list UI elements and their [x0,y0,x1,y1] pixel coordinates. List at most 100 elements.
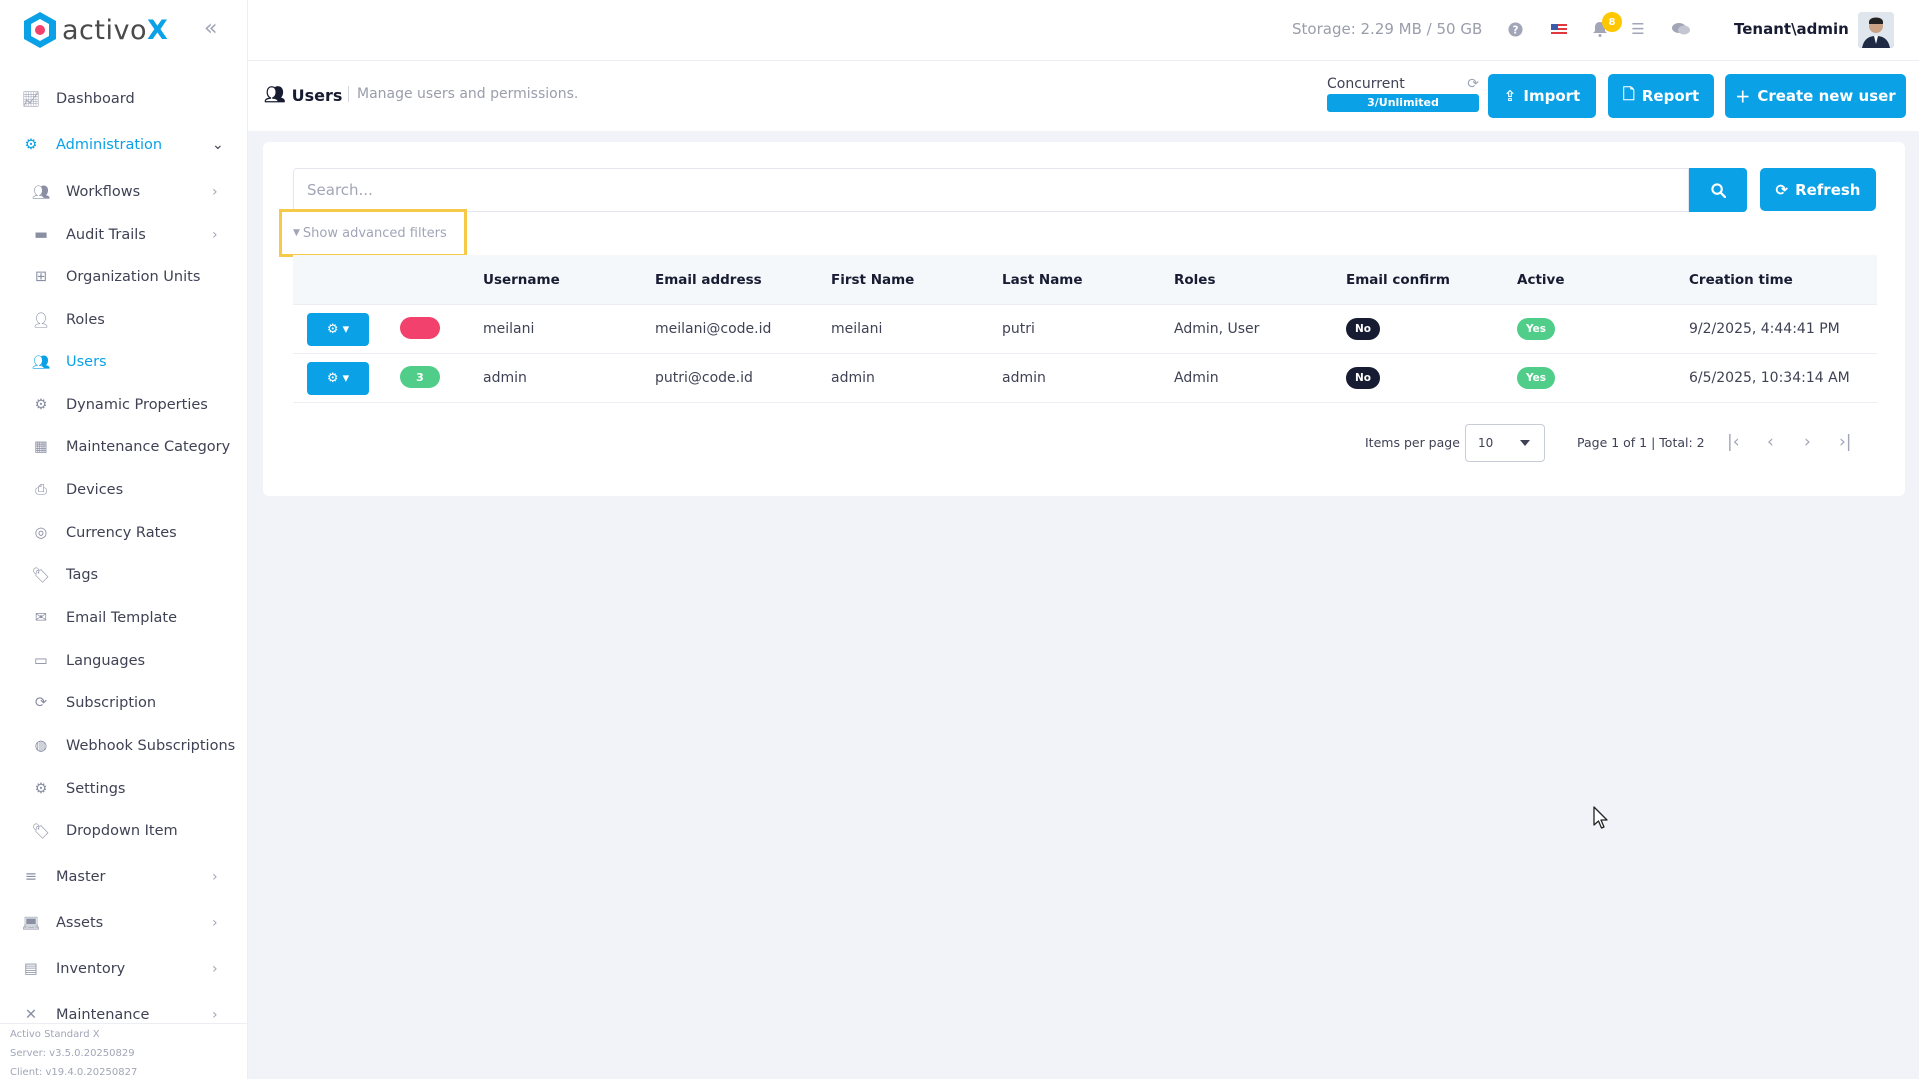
task-list-icon[interactable]: ☰ [1627,18,1649,40]
last-page-icon[interactable]: ›| [1839,432,1852,452]
printer-icon: ⎙ [35,482,47,498]
sidebar-item-master[interactable]: ≡ Master › [0,858,247,896]
column-header-roles[interactable]: Roles [1174,272,1216,288]
import-label: Import [1523,87,1581,105]
column-header-active[interactable]: Active [1517,272,1565,288]
upload-icon: ⇪ [1503,87,1517,105]
sidebar-item-email-template[interactable]: ✉ Email Template [0,599,247,637]
help-icon[interactable]: ? [1504,18,1526,40]
column-header-last-name[interactable]: Last Name [1002,272,1083,288]
folder-icon: ▬ [34,227,48,243]
sidebar-item-administration[interactable]: ⚙ Administration ⌄ [0,126,247,164]
column-header-creation-time[interactable]: Creation time [1689,272,1793,288]
search-button[interactable] [1689,168,1747,212]
sidebar-item-label: Assets [56,915,104,931]
chevron-right-icon: › [212,869,218,885]
caret-down-icon [1520,440,1530,446]
sidebar-item-inventory[interactable]: ▤ Inventory › [0,950,247,988]
tags-icon: 🏷︎ [31,823,51,840]
sidebar-item-label: Maintenance [56,1007,150,1023]
column-header-first-name[interactable]: First Name [831,272,914,288]
sidebar-item-webhook-subscriptions[interactable]: ◍ Webhook Subscriptions [0,727,247,765]
advanced-filters-label: Show advanced filters [302,225,447,241]
collapse-sidebar-icon[interactable]: « [204,16,217,41]
sidebar-item-devices[interactable]: ⎙ Devices [0,471,247,509]
sidebar-item-roles[interactable]: 👤︎ Roles [0,301,247,339]
row-actions-button[interactable]: ⚙ ▾ [307,362,369,395]
sidebar-item-organization-units[interactable]: ⊞ Organization Units [0,258,247,296]
chevron-right-icon: › [212,227,218,243]
sidebar-item-label: Maintenance Category [66,439,231,455]
sidebar-item-label: Users [66,354,107,370]
sidebar-item-users[interactable]: 👥︎ Users [0,343,247,381]
items-per-page-label: Items per page [1365,435,1460,450]
tenant-user-name[interactable]: Tenant\admin [1734,20,1849,38]
page-subheader: 👥︎ Users Manage users and permissions. C… [248,61,1919,131]
user-status-pill: 3 [400,366,440,388]
sidebar-item-label: Dashboard [56,91,135,107]
chevron-down-icon: ▼ [293,228,300,238]
show-advanced-filters-toggle[interactable]: ▼ Show advanced filters [279,209,467,257]
sidebar-item-workflows[interactable]: 👥︎ Workflows › [0,173,247,211]
version-info: Activo Standard X Server: v3.5.0.2025082… [10,1025,137,1079]
column-header-username[interactable]: Username [483,272,560,288]
email-confirm-badge: No [1346,318,1381,340]
search-input[interactable] [293,168,1689,212]
warehouse-icon: ▤ [24,961,38,977]
report-button[interactable]: 🗋︎ Report [1608,74,1714,118]
sidebar-item-subscription[interactable]: ⟳ Subscription [0,684,247,722]
first-page-icon[interactable]: |‹ [1727,432,1740,452]
database-icon: ≡ [24,869,38,885]
column-header-email[interactable]: Email address [655,272,762,288]
sidebar-item-dynamic-properties[interactable]: ⚙ Dynamic Properties [0,386,247,424]
storage-usage: Storage: 2.29 MB / 50 GB [1292,20,1483,38]
previous-page-icon[interactable]: ‹ [1767,432,1774,452]
app-logo[interactable]: activoX [22,10,168,50]
user-status-pill [400,317,440,339]
sidebar: activoX « 📈︎ Dashboard ⚙ Administration … [0,0,248,1079]
sidebar-item-label: Currency Rates [66,525,177,541]
chevron-right-icon: › [212,915,218,931]
sidebar-item-assets[interactable]: 💻︎ Assets › [0,904,247,942]
sidebar-item-label: Roles [66,312,105,328]
import-button[interactable]: ⇪ Import [1488,74,1596,118]
chat-icon[interactable] [1670,18,1692,40]
sidebar-item-tags[interactable]: 🏷︎ Tags [0,556,247,594]
sidebar-item-settings[interactable]: ⚙ Settings [0,770,247,808]
refresh-concurrent-icon[interactable]: ⟳ [1467,76,1479,92]
active-badge: Yes [1517,318,1556,340]
sidebar-item-audit-trails[interactable]: ▬ Audit Trails › [0,216,247,254]
sidebar-item-label: Tags [66,567,99,583]
sidebar-item-maintenance-category[interactable]: ▦ Maintenance Category [0,428,247,466]
mouse-cursor-icon [1593,806,1608,829]
cell-first-name: admin [831,370,875,386]
user-avatar[interactable] [1858,12,1894,48]
row-actions-button[interactable]: ⚙ ▾ [307,313,369,346]
users-icon: 👥︎ [31,354,51,371]
sync-icon: ⟳ [1775,180,1789,199]
next-page-icon[interactable]: › [1804,432,1811,452]
gear-icon: ⚙ [34,781,48,797]
report-label: Report [1641,87,1700,105]
create-new-user-button[interactable]: ＋ Create new user [1725,74,1906,118]
sidebar-item-currency-rates[interactable]: ◎ Currency Rates [0,514,247,552]
refresh-button[interactable]: ⟳ Refresh [1760,168,1876,211]
cell-creation-time: 6/5/2025, 10:34:14 AM [1689,370,1850,386]
sitemap-icon: ⊞ [34,269,48,285]
tags-icon: 🏷︎ [31,567,51,584]
items-per-page-select[interactable]: 10 [1465,424,1545,462]
active-badge: Yes [1517,367,1556,389]
us-flag-icon[interactable] [1548,18,1570,40]
logo-text: activoX [62,14,169,46]
gear-icon: ⚙ ▾ [326,371,350,386]
sidebar-item-languages[interactable]: ▭ Languages [0,642,247,680]
cell-last-name: putri [1002,321,1035,337]
sidebar-item-dashboard[interactable]: 📈︎ Dashboard [0,80,247,118]
concurrent-users-widget: Concurrent ⟳ 3/Unlimited [1327,76,1479,112]
cell-email: meilani@code.id [655,321,772,337]
sidebar-item-dropdown-item[interactable]: 🏷︎ Dropdown Item [0,812,247,850]
items-per-page-value: 10 [1478,436,1494,450]
sidebar-item-label: Devices [66,482,124,498]
column-header-email-confirm[interactable]: Email confirm [1346,272,1450,288]
users-group-icon: 👥︎ [31,184,51,201]
